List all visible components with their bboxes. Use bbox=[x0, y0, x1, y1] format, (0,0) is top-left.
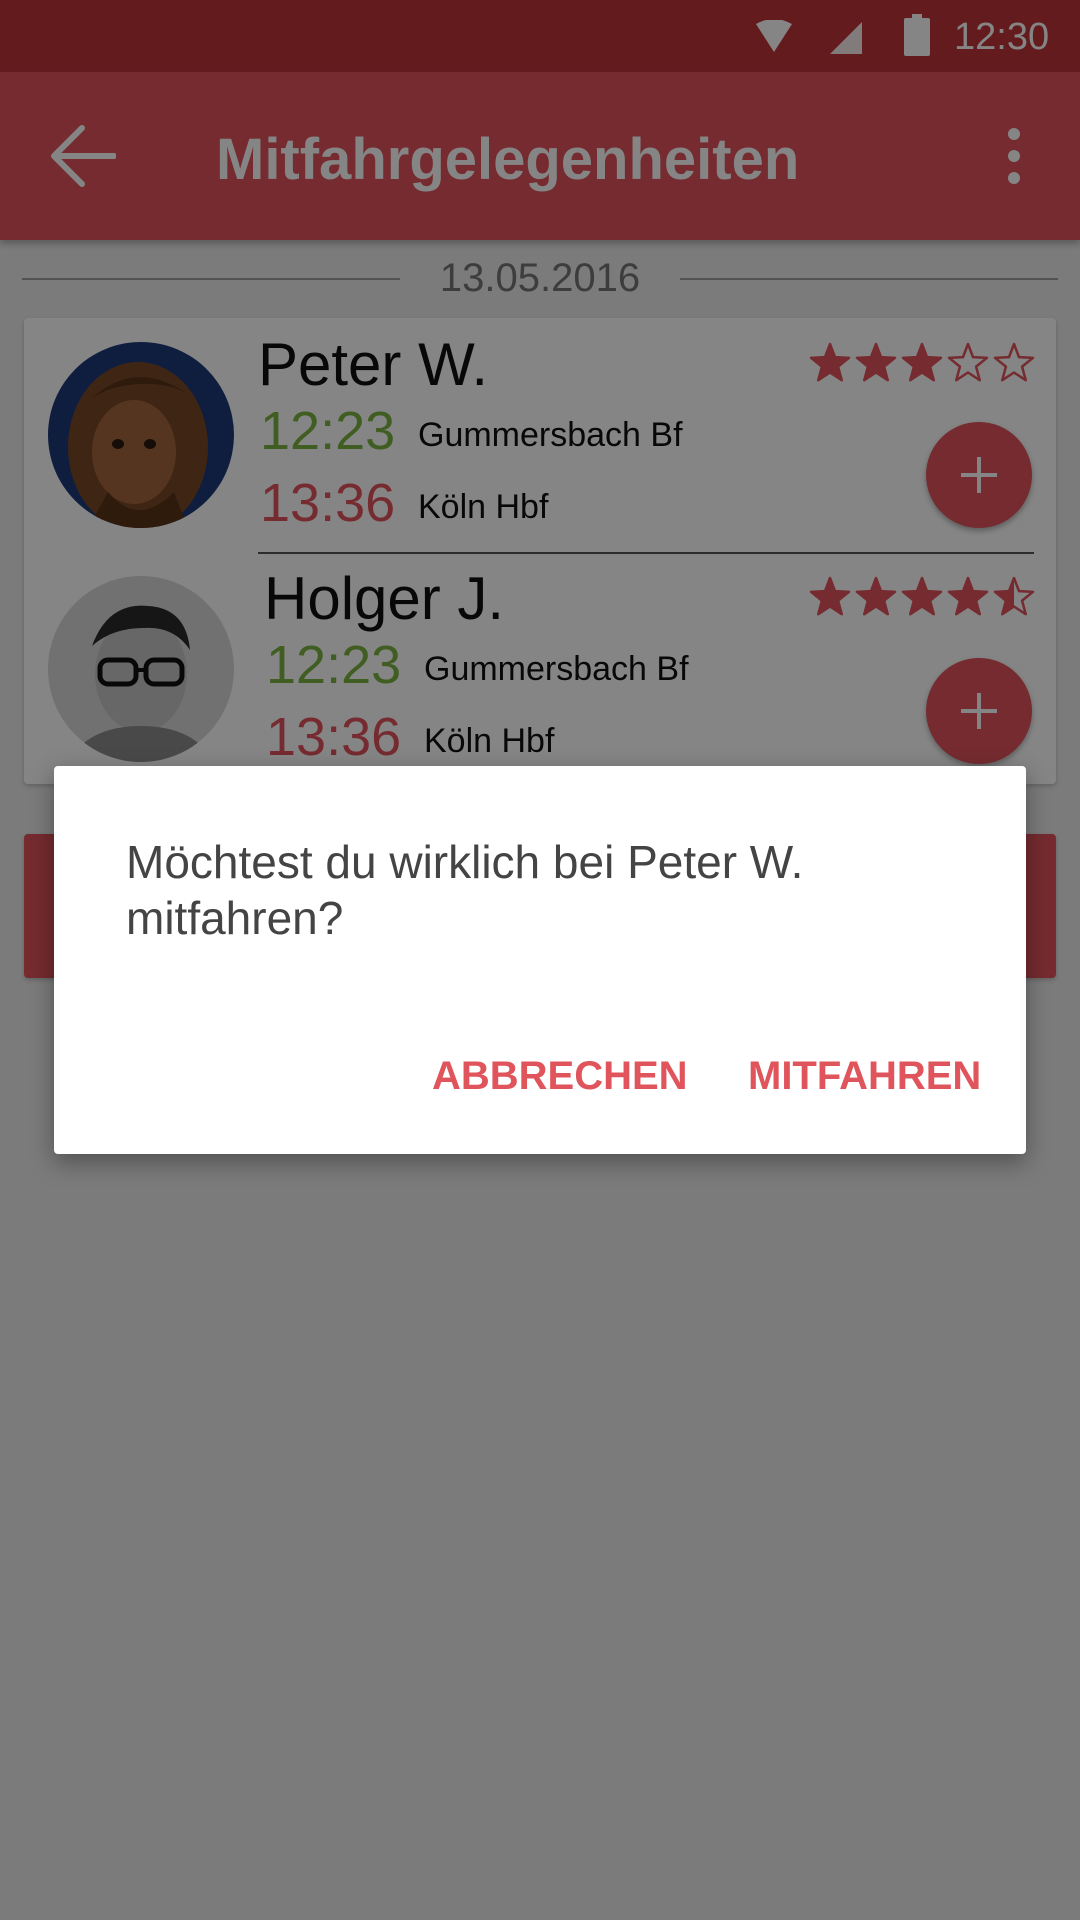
confirm-dialog: Möchtest du wirklich bei Peter W. mitfah… bbox=[54, 766, 1026, 1154]
dialog-message: Möchtest du wirklich bei Peter W. mitfah… bbox=[126, 836, 804, 944]
cancel-button[interactable]: ABBRECHEN bbox=[432, 1054, 688, 1099]
confirm-ride-button[interactable]: MITFAHREN bbox=[748, 1054, 981, 1099]
